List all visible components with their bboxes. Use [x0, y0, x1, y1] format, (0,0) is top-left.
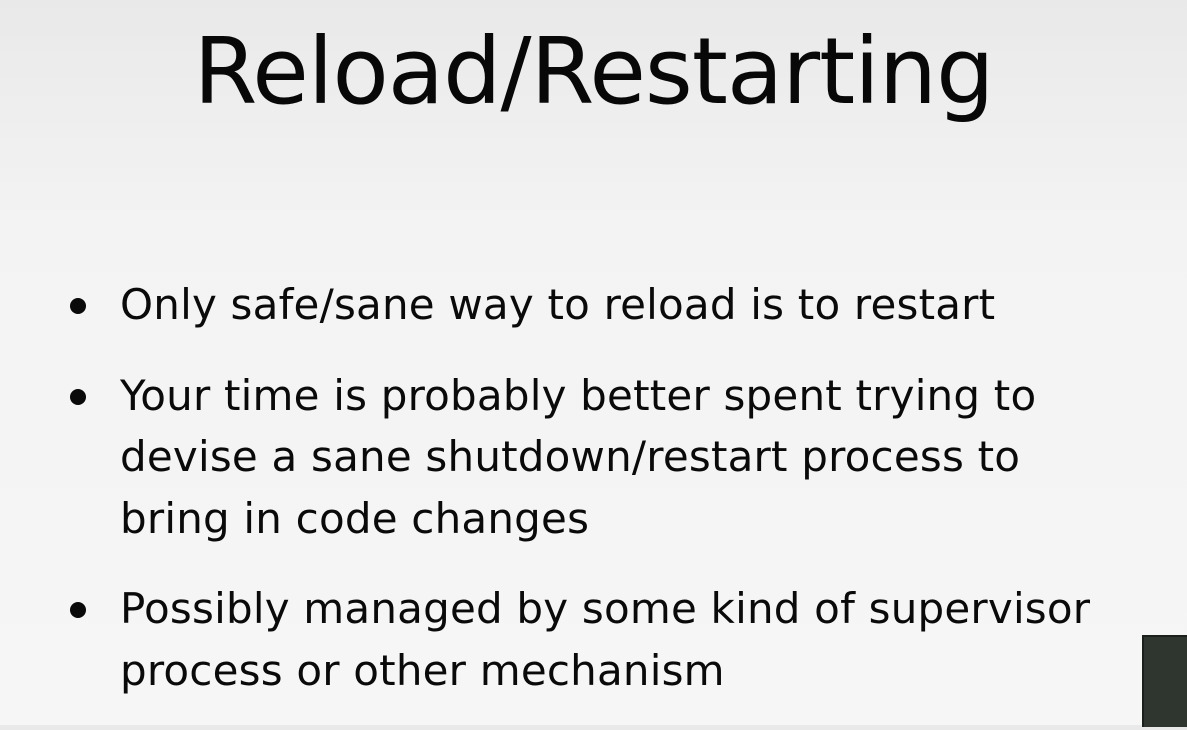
bullet-dot-icon [70, 602, 86, 618]
bullet-list: Only safe/sane way to reload is to resta… [62, 274, 1142, 730]
slide-title: Reload/Restarting [193, 18, 995, 125]
bullet-text: Only safe/sane way to reload is to resta… [120, 280, 996, 329]
bullet-dot-icon [70, 388, 86, 405]
bullet-dot-icon [70, 298, 86, 314]
bullet-text: Possibly managed by some kind of supervi… [120, 584, 1091, 695]
bullet-item: Your time is probably better spent tryin… [62, 365, 1080, 550]
bullet-item: Possibly managed by some kind of supervi… [62, 578, 1160, 701]
bullet-text: Your time is probably better spent tryin… [120, 370, 1037, 543]
bullet-item: Only safe/sane way to reload is to resta… [62, 274, 1142, 336]
video-overlay-panel [1142, 635, 1187, 727]
